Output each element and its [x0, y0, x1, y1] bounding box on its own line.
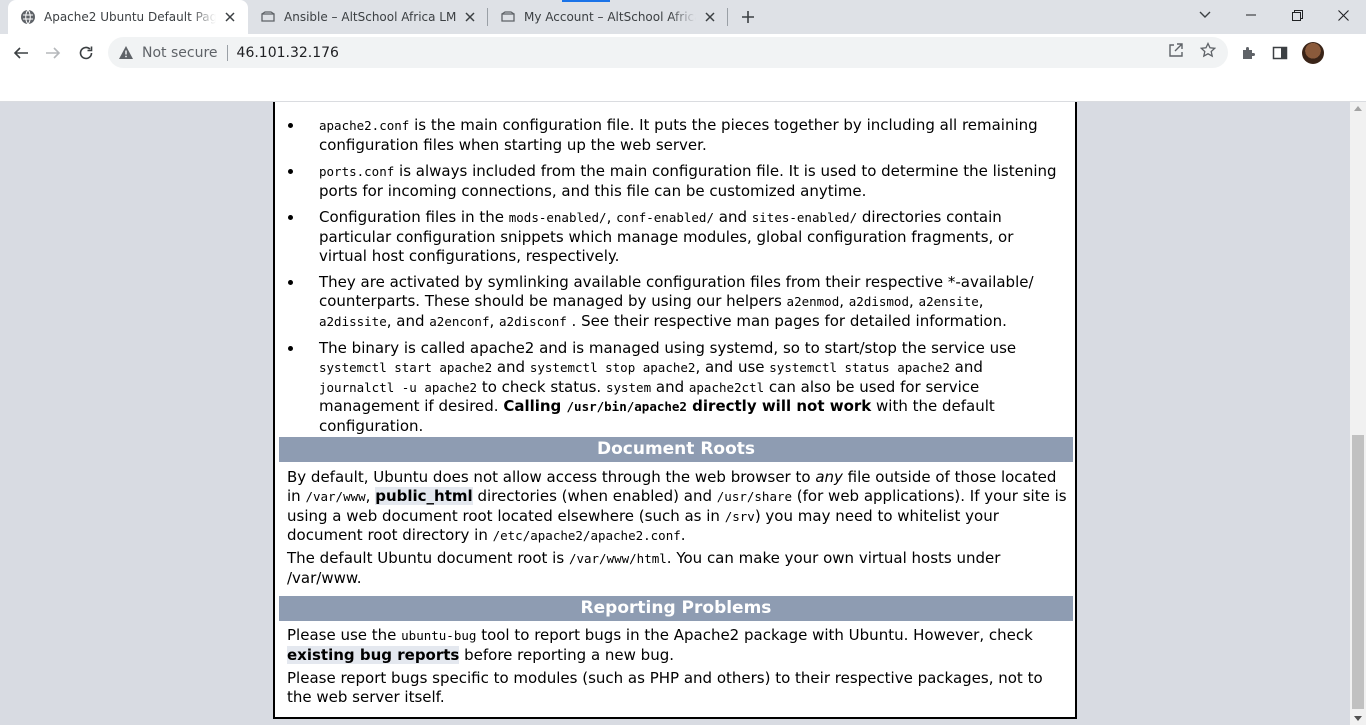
tab-ansible[interactable]: Ansible – AltSchool Africa LMS	[248, 0, 488, 34]
reporting-paragraph: Please use the ubuntu-bug tool to report…	[287, 626, 1033, 664]
section-heading-document-roots: Document Roots	[279, 437, 1073, 462]
globe-icon	[20, 9, 36, 25]
divider	[226, 44, 228, 61]
existing-bug-reports-link[interactable]: existing bug reports	[287, 645, 460, 664]
tab-apache-default[interactable]: Apache2 Ubuntu Default Page: It	[8, 0, 248, 34]
close-tab-icon[interactable]	[462, 9, 478, 25]
list-item: apache2.conf is the main configuration f…	[288, 116, 1059, 155]
close-window-button[interactable]	[1320, 0, 1366, 30]
scroll-up-arrow-icon[interactable]	[1354, 106, 1362, 111]
side-panel-icon[interactable]	[1265, 38, 1295, 68]
tab-title: My Account – AltSchool Africa LM	[524, 10, 696, 24]
restore-button[interactable]	[1274, 0, 1320, 30]
public-html-link[interactable]: public_html	[375, 486, 473, 505]
page-icon	[260, 9, 276, 25]
reload-button[interactable]	[71, 38, 101, 68]
address-bar[interactable]: Not secure 46.101.32.176	[108, 37, 1228, 68]
tab-separator	[727, 8, 728, 26]
list-item: They are activated by symlinking availab…	[288, 273, 1059, 331]
back-button[interactable]	[6, 38, 36, 68]
forward-button[interactable]	[38, 38, 68, 68]
page-viewport: apache2.conf is the main configuration f…	[0, 102, 1350, 725]
tab-search-button[interactable]	[1182, 0, 1228, 30]
bookmark-star-icon[interactable]	[1199, 41, 1217, 59]
url-text[interactable]: 46.101.32.176	[237, 45, 339, 61]
list-item: Configuration files in the mods-enabled/…	[288, 208, 1059, 265]
apache-default-page: apache2.conf is the main configuration f…	[273, 102, 1077, 719]
config-files-list: apache2.conf is the main configuration f…	[288, 116, 1059, 443]
vertical-scrollbar[interactable]	[1350, 102, 1366, 725]
list-item: ports.conf is always included from the m…	[288, 162, 1059, 201]
document-roots-paragraph: By default, Ubuntu does not allow access…	[287, 468, 1067, 545]
page-icon	[500, 9, 516, 25]
profile-avatar[interactable]	[1302, 42, 1324, 64]
close-tab-icon[interactable]	[702, 9, 718, 25]
warning-icon[interactable]	[118, 45, 134, 61]
security-status[interactable]: Not secure	[142, 45, 218, 61]
new-tab-button[interactable]	[736, 5, 760, 29]
share-icon[interactable]	[1167, 41, 1185, 59]
scrollbar-thumb[interactable]	[1352, 435, 1364, 709]
tab-strip: Apache2 Ubuntu Default Page: It Ansible …	[0, 0, 1366, 34]
extensions-icon[interactable]	[1233, 38, 1263, 68]
reporting-modules-paragraph: Please report bugs specific to modules (…	[287, 669, 1043, 706]
browser-toolbar: Not secure 46.101.32.176	[0, 34, 1366, 72]
scroll-down-arrow-icon[interactable]	[1354, 716, 1362, 721]
tab-title: Apache2 Ubuntu Default Page: It	[44, 10, 216, 24]
section-heading-reporting-problems: Reporting Problems	[279, 596, 1073, 621]
close-tab-icon[interactable]	[222, 9, 238, 25]
document-root-default-paragraph: The default Ubuntu document root is /var…	[287, 549, 1001, 587]
list-item: The binary is called apache2 and is mana…	[288, 339, 1059, 436]
tab-title: Ansible – AltSchool Africa LMS	[284, 10, 456, 24]
minimize-button[interactable]	[1228, 0, 1274, 30]
tab-my-account[interactable]: My Account – AltSchool Africa LM	[488, 0, 728, 34]
